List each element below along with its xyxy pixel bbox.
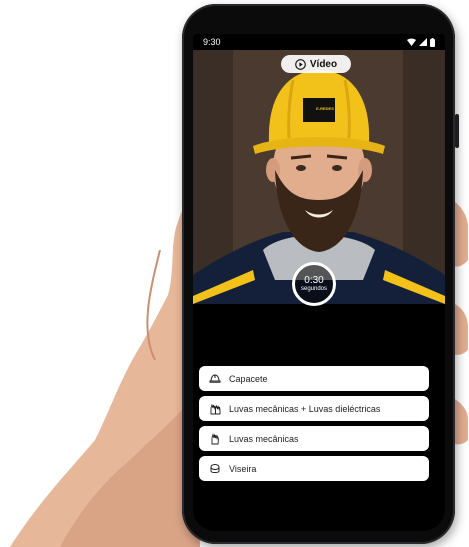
- status-time: 9:30: [203, 37, 221, 47]
- power-button: [455, 114, 459, 148]
- equipment-item-viseira[interactable]: Viseira: [199, 456, 429, 481]
- visor-icon: [210, 463, 220, 473]
- equipment-item-capacete[interactable]: Capacete: [199, 366, 429, 391]
- glove-icon: [211, 432, 219, 444]
- phone-screen: 9:30 E-REDES Vídeo 0:30 segundos Capacet…: [193, 34, 445, 531]
- video-button[interactable]: Vídeo: [281, 55, 351, 73]
- battery-icon: [430, 37, 435, 47]
- status-icons: [407, 37, 435, 47]
- play-circle-icon: [295, 58, 306, 70]
- equipment-list: Capacete Luvas mecânicas + Luvas dieléct…: [199, 366, 429, 481]
- equipment-label: Luvas mecânicas + Luvas dieléctricas: [229, 403, 381, 414]
- equipment-item-luvas-mecanicas[interactable]: Luvas mecânicas: [199, 426, 429, 451]
- equipment-label: Luvas mecânicas: [229, 433, 299, 444]
- timer-time: 0:30: [304, 274, 324, 286]
- signal-icon: [419, 38, 427, 46]
- status-bar: 9:30: [193, 34, 445, 50]
- equipment-label: Capacete: [229, 373, 268, 384]
- timer-unit: segundos: [300, 285, 328, 292]
- wifi-icon: [407, 38, 416, 46]
- gloves-icon: [210, 403, 221, 414]
- recording-timer[interactable]: 0:30 segundos: [292, 262, 336, 306]
- helmet-logo-text: E-REDES: [316, 106, 334, 111]
- hard-hat-icon: [209, 373, 221, 383]
- equipment-label: Viseira: [229, 463, 257, 474]
- video-button-label: Vídeo: [309, 58, 338, 70]
- equipment-item-luvas-mecanicas-dielectricas[interactable]: Luvas mecânicas + Luvas dieléctricas: [199, 396, 429, 421]
